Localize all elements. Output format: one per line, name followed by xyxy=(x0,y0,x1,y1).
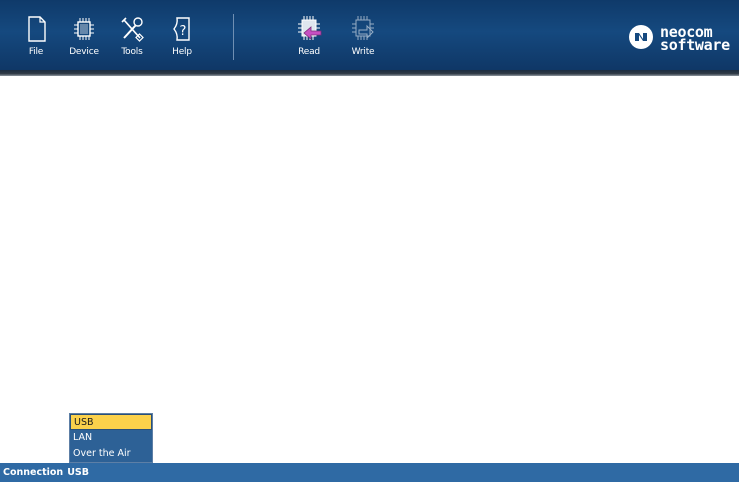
left-gutter xyxy=(0,76,10,463)
file-button[interactable]: File xyxy=(14,14,58,66)
svg-text:?: ? xyxy=(180,24,187,39)
read-label: Read xyxy=(298,47,320,57)
connection-option-lan[interactable]: LAN xyxy=(70,430,152,446)
statusbar: Connection USB xyxy=(0,463,739,482)
tools-icon xyxy=(118,14,146,44)
tools-button[interactable]: Tools xyxy=(110,14,154,66)
file-label: File xyxy=(28,47,44,57)
toolbar-separator xyxy=(233,14,234,60)
toolbar: File Device Tools ? Help Read Write neoc… xyxy=(0,0,739,70)
write-label: Write xyxy=(351,47,375,57)
device-chip-icon xyxy=(70,14,98,44)
connection-dropdown-list[interactable]: USB LAN Over the Air xyxy=(69,413,153,463)
app-window: File Device Tools ? Help Read Write neoc… xyxy=(0,0,739,482)
write-button[interactable]: Write xyxy=(341,14,385,66)
connection-option-usb[interactable]: USB xyxy=(70,414,152,430)
device-button[interactable]: Device xyxy=(62,14,106,66)
write-to-device-icon xyxy=(349,14,377,44)
neocom-logo-icon xyxy=(628,24,654,54)
logo-line2: software xyxy=(660,36,730,54)
connection-label: Connection xyxy=(3,467,64,478)
file-icon xyxy=(22,14,50,44)
read-button[interactable]: Read xyxy=(287,14,331,66)
help-icon: ? xyxy=(168,14,196,44)
main-workspace xyxy=(10,76,739,463)
help-button[interactable]: ? Help xyxy=(160,14,204,66)
logo-wordmark: neocom software xyxy=(660,25,730,54)
connection-option-over-the-air[interactable]: Over the Air xyxy=(70,446,152,462)
help-label: Help xyxy=(172,47,192,57)
connection-selector[interactable]: USB xyxy=(67,467,89,478)
neocom-logo: neocom software xyxy=(628,22,730,56)
tools-label: Tools xyxy=(121,47,143,57)
device-label: Device xyxy=(69,47,99,57)
read-from-device-icon xyxy=(295,14,323,44)
